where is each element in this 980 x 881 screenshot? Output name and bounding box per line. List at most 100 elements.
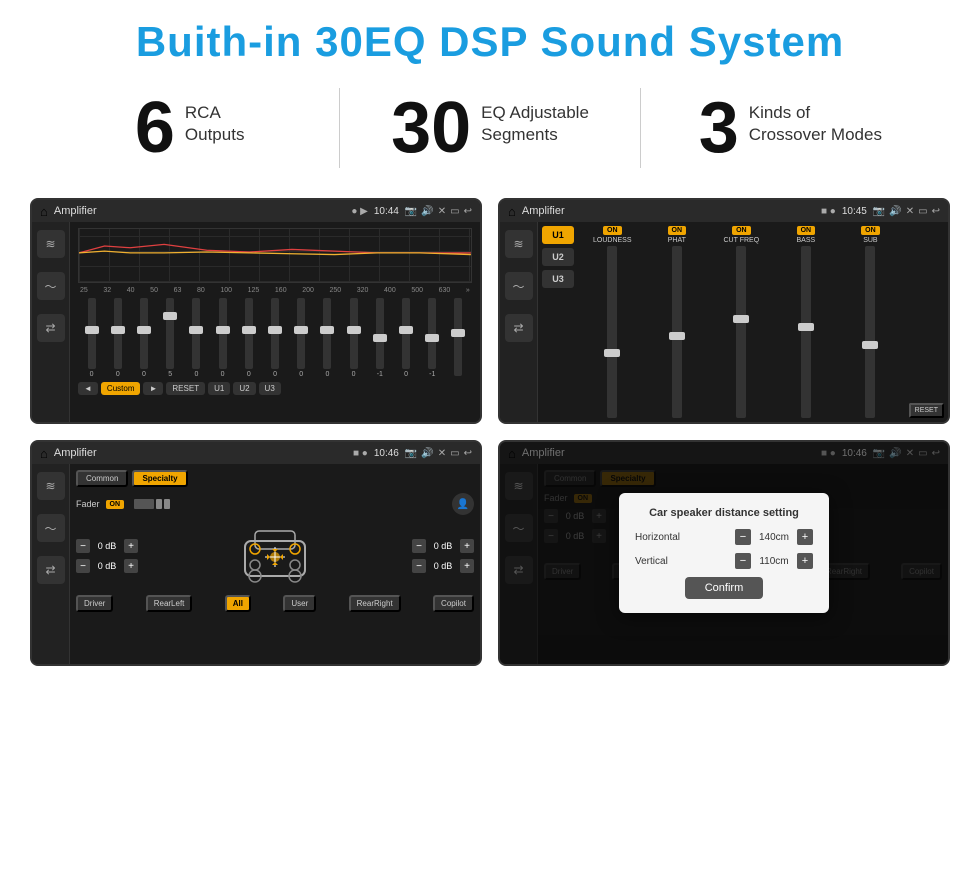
eq-u2-btn[interactable]: U2	[233, 382, 255, 395]
eq-label-250: 250	[329, 287, 341, 294]
fader-settings-icon[interactable]: 👤	[452, 493, 474, 515]
eq-track-8[interactable]	[297, 298, 305, 369]
tab-specialty[interactable]: Specialty	[132, 470, 187, 487]
eq-track-10[interactable]	[350, 298, 358, 369]
copilot-btn[interactable]: Copilot	[433, 595, 474, 612]
fader-val-bl: 0 dB	[93, 561, 121, 571]
eq-content: ≋ 〜 ⇄ 25 32 40 50 63 80	[32, 222, 480, 422]
fader-minus-tl[interactable]: −	[76, 539, 90, 553]
eq-screen-card: ⌂ Amplifier ● ▶ 10:44 📷 🔊 ✕ ▭ ↩ ≋ 〜 ⇄	[30, 198, 482, 424]
crossover-sidebar-btn-3[interactable]: ⇄	[505, 314, 533, 342]
confirm-button[interactable]: Confirm	[685, 577, 764, 599]
fader-on-badge[interactable]: ON	[106, 500, 125, 509]
eq-label-80: 80	[197, 287, 205, 294]
phat-on[interactable]: ON	[668, 226, 687, 235]
home-icon[interactable]: ⌂	[40, 204, 48, 219]
eq-label-200: 200	[302, 287, 314, 294]
u2-button[interactable]: U2	[542, 248, 574, 266]
sub-slider[interactable]	[865, 246, 875, 418]
horizontal-value: 140cm	[755, 532, 793, 543]
fader-sidebar-btn-3[interactable]: ⇄	[37, 556, 65, 584]
bass-slider[interactable]	[801, 246, 811, 418]
channel-cutfreq: ON CUT FREQ	[711, 226, 772, 418]
horizontal-minus[interactable]: −	[735, 529, 751, 545]
eq-sidebar-btn-2[interactable]: 〜	[37, 272, 65, 300]
fader-sidebar-btn-2[interactable]: 〜	[37, 514, 65, 542]
all-btn[interactable]: All	[225, 595, 251, 612]
crossover-reset-btn[interactable]: RESET	[909, 403, 944, 418]
back-icon-3[interactable]: ↩	[464, 448, 472, 459]
eq-play-btn[interactable]: ►	[143, 382, 163, 395]
fader-plus-br[interactable]: +	[460, 559, 474, 573]
eq-track-11[interactable]	[376, 298, 384, 369]
eq-status-title: Amplifier	[54, 205, 345, 217]
stats-row: 6 RCA Outputs 30 EQ Adjustable Segments …	[0, 78, 980, 188]
dialog-screen-card: ⌂ Amplifier ■ ● 10:46 📷 🔊 ✕ ▭ ↩ ≋ 〜 ⇄ Co…	[498, 440, 950, 666]
vertical-minus[interactable]: −	[735, 553, 751, 569]
fader-minus-br[interactable]: −	[412, 559, 426, 573]
crossover-channels: ON LOUDNESS ON PHAT	[582, 222, 905, 422]
eq-track-9[interactable]	[323, 298, 331, 369]
u1-button[interactable]: U1	[542, 226, 574, 244]
eq-track-6[interactable]	[245, 298, 253, 369]
horizontal-plus[interactable]: +	[797, 529, 813, 545]
bass-on[interactable]: ON	[797, 226, 816, 235]
window-icon-2: ▭	[918, 206, 927, 217]
eq-track-4[interactable]	[192, 298, 200, 369]
fader-plus-bl[interactable]: +	[124, 559, 138, 573]
eq-reset-btn[interactable]: RESET	[166, 382, 205, 395]
eq-sidebar-btn-1[interactable]: ≋	[37, 230, 65, 258]
user-btn[interactable]: User	[283, 595, 316, 612]
eq-track-12[interactable]	[402, 298, 410, 369]
cutfreq-slider[interactable]	[736, 246, 746, 418]
eq-bottom-bar: ◄ Custom ► RESET U1 U2 U3	[78, 382, 472, 395]
back-icon[interactable]: ↩	[464, 206, 472, 217]
eq-track-3[interactable]	[166, 298, 174, 369]
eq-track-0[interactable]	[88, 298, 96, 369]
home-icon-2[interactable]: ⌂	[508, 204, 516, 219]
fader-val-tl: 0 dB	[93, 541, 121, 551]
eq-sidebar-btn-3[interactable]: ⇄	[37, 314, 65, 342]
fader-plus-tl[interactable]: +	[124, 539, 138, 553]
eq-track-7[interactable]	[271, 298, 279, 369]
eq-slider-2: 0	[132, 298, 155, 378]
eq-label-100: 100	[220, 287, 232, 294]
eq-status-bar: ⌂ Amplifier ● ▶ 10:44 📷 🔊 ✕ ▭ ↩	[32, 200, 480, 222]
vertical-plus[interactable]: +	[797, 553, 813, 569]
sub-on[interactable]: ON	[861, 226, 880, 235]
phat-label: PHAT	[668, 237, 686, 244]
eq-label-125: 125	[248, 287, 260, 294]
u3-button[interactable]: U3	[542, 270, 574, 288]
eq-track-13[interactable]	[428, 298, 436, 369]
eq-prev-btn[interactable]: ◄	[78, 382, 98, 395]
eq-track-14[interactable]	[454, 298, 462, 376]
rear-left-btn[interactable]: RearLeft	[146, 595, 193, 612]
eq-track-5[interactable]	[219, 298, 227, 369]
fader-sidebar-btn-1[interactable]: ≋	[37, 472, 65, 500]
eq-label-160: 160	[275, 287, 287, 294]
home-icon-3[interactable]: ⌂	[40, 446, 48, 461]
eq-sliders: 0 0 0 5 0	[78, 298, 472, 378]
eq-u1-btn[interactable]: U1	[208, 382, 230, 395]
cutfreq-on[interactable]: ON	[732, 226, 751, 235]
back-icon-2[interactable]: ↩	[932, 206, 940, 217]
crossover-sidebar-btn-1[interactable]: ≋	[505, 230, 533, 258]
eq-slider-8: 0	[290, 298, 313, 378]
fader-plus-tr[interactable]: +	[460, 539, 474, 553]
eq-freq-labels: 25 32 40 50 63 80 100 125 160 200 250 32…	[78, 287, 472, 294]
eq-more-arrow[interactable]: »	[466, 287, 470, 294]
loudness-on[interactable]: ON	[603, 226, 622, 235]
fader-minus-tr[interactable]: −	[412, 539, 426, 553]
driver-btn[interactable]: Driver	[76, 595, 113, 612]
eq-u3-btn[interactable]: U3	[259, 382, 281, 395]
fader-minus-bl[interactable]: −	[76, 559, 90, 573]
rear-right-btn[interactable]: RearRight	[349, 595, 401, 612]
eq-custom-btn[interactable]: Custom	[101, 382, 141, 395]
eq-track-1[interactable]	[114, 298, 122, 369]
fader-db-ctrl-br: − 0 dB +	[412, 559, 474, 573]
phat-slider[interactable]	[672, 246, 682, 418]
loudness-slider[interactable]	[607, 246, 617, 418]
tab-common[interactable]: Common	[76, 470, 128, 487]
crossover-sidebar-btn-2[interactable]: 〜	[505, 272, 533, 300]
eq-track-2[interactable]	[140, 298, 148, 369]
